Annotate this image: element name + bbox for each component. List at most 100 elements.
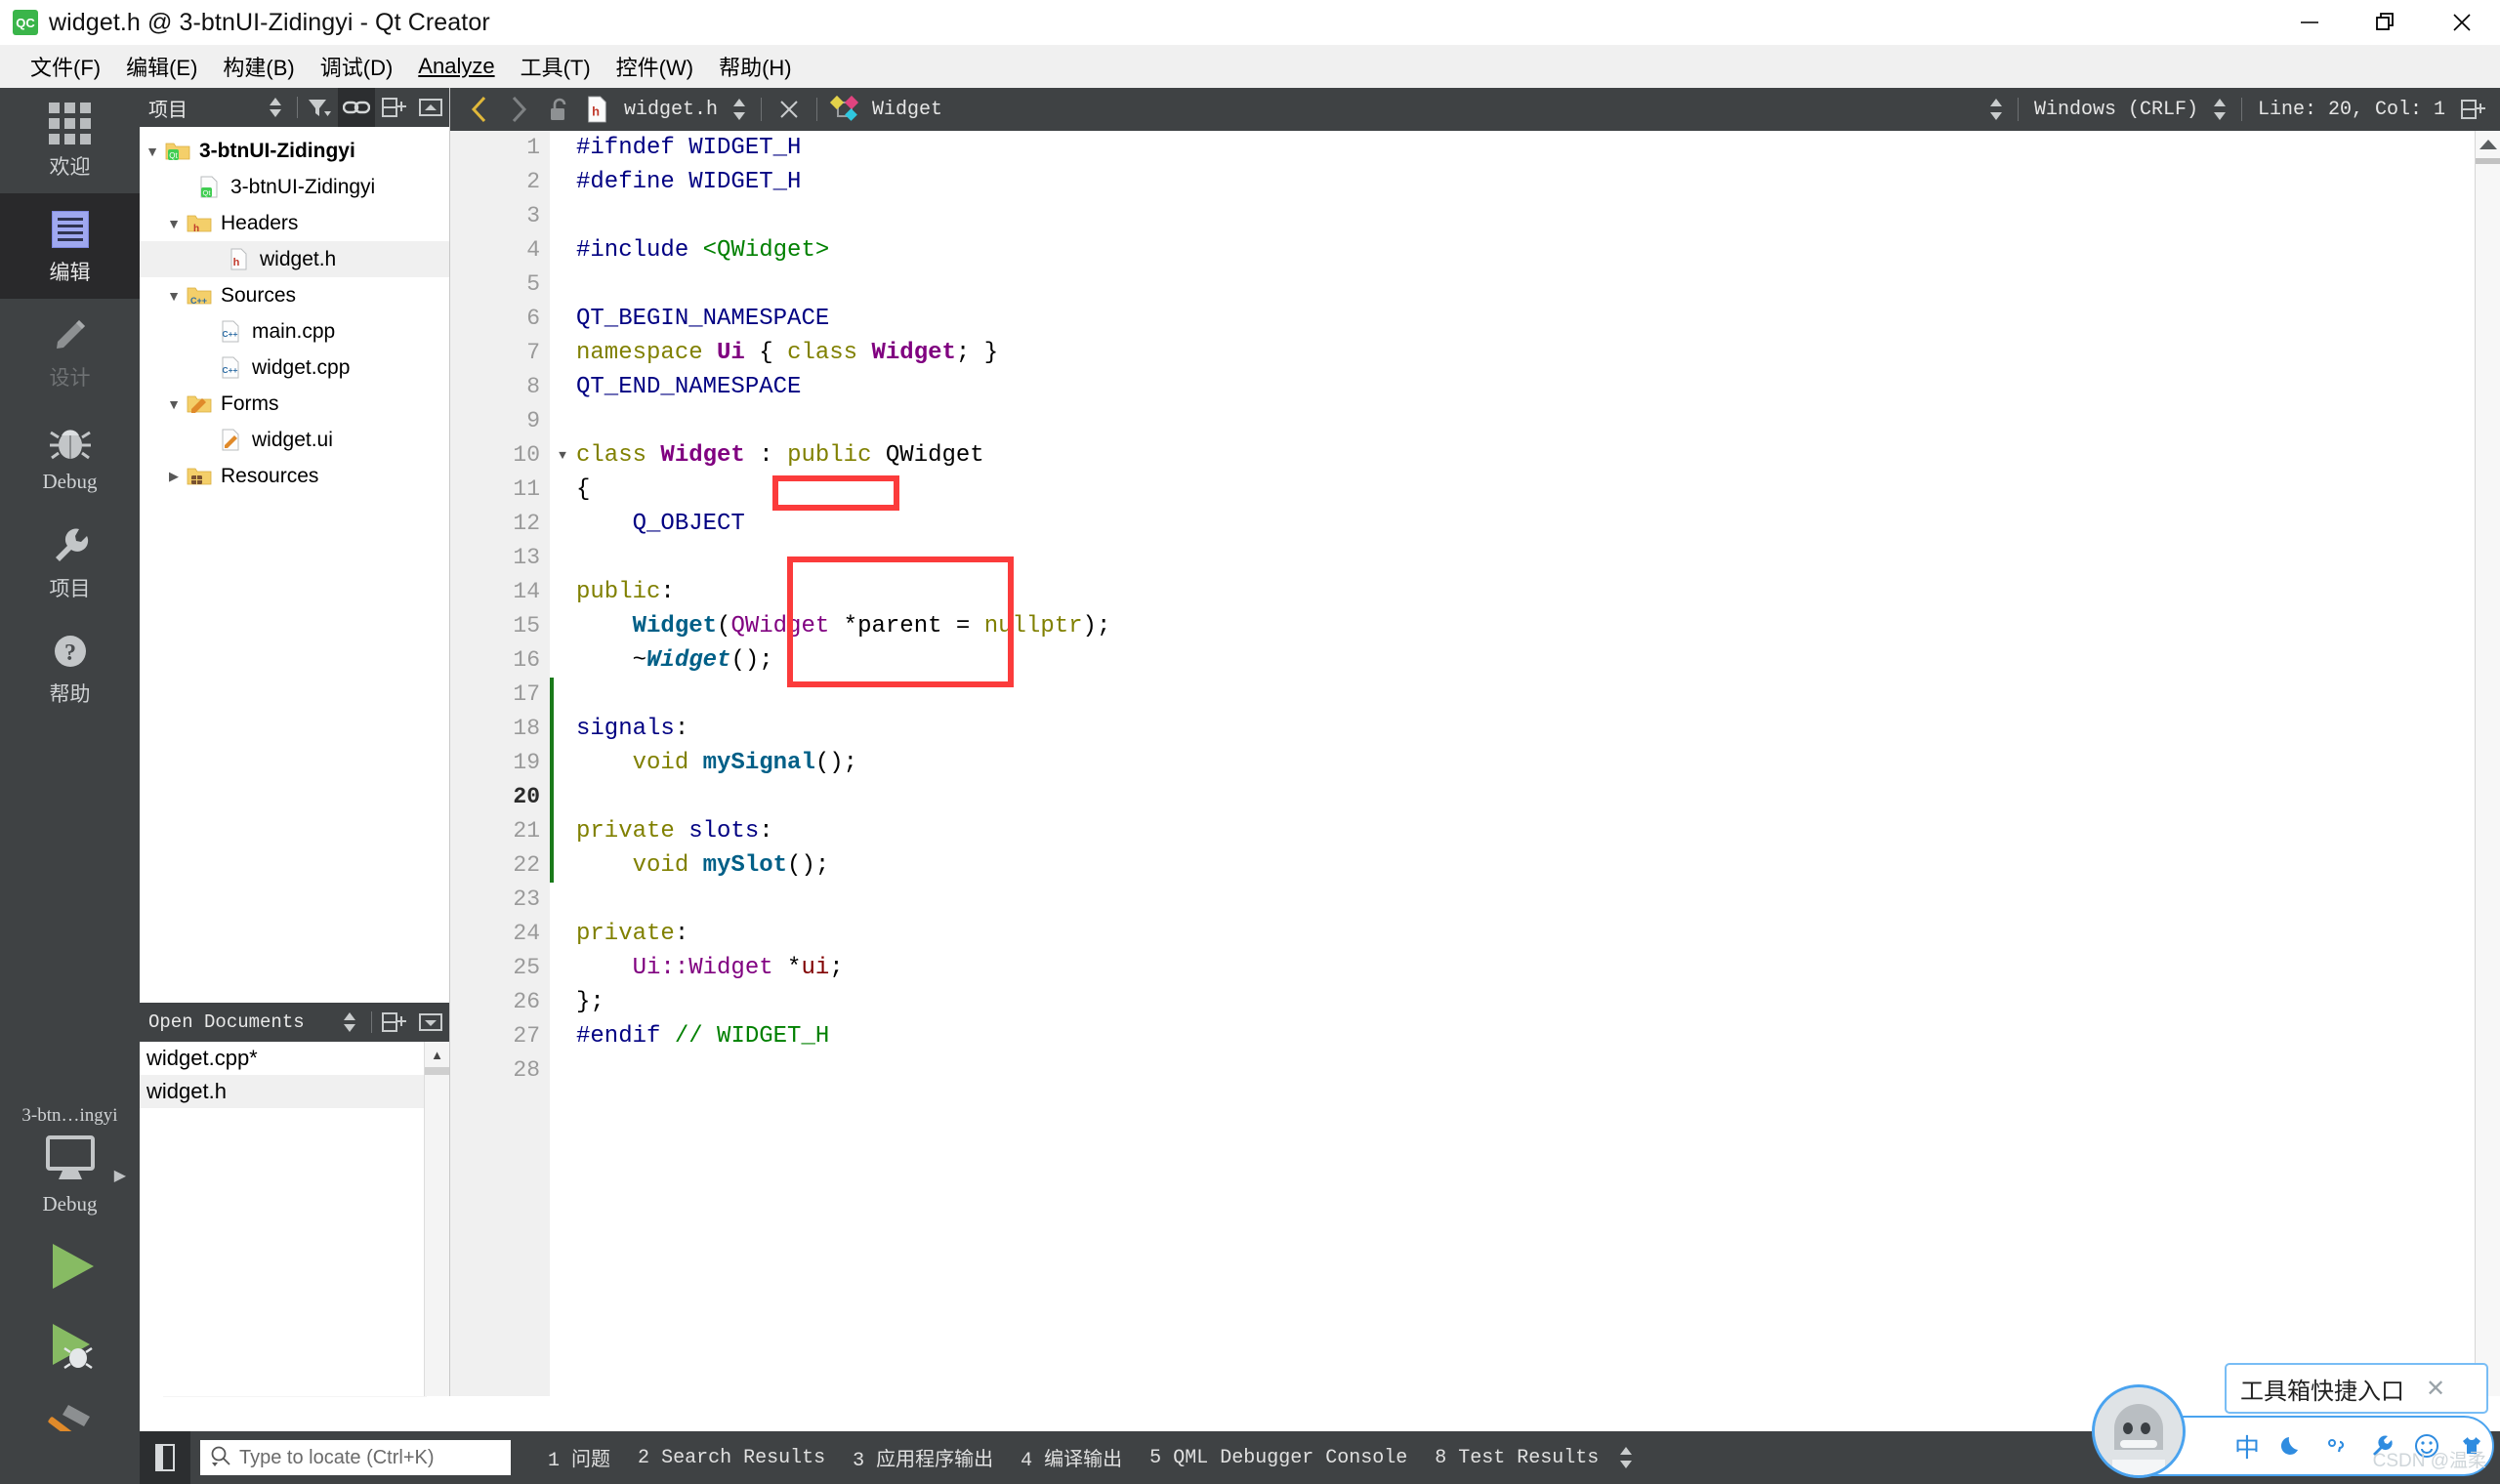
menu-debug[interactable]: 调试(D) (308, 47, 406, 86)
menu-file[interactable]: 文件(F) (18, 47, 113, 86)
tree-item-headers[interactable]: ▼ h Headers (140, 205, 449, 241)
code-line[interactable]: 28 (513, 1053, 2500, 1088)
moon-icon[interactable] (2279, 1433, 2305, 1459)
open-document-widget-h[interactable]: widget.h (140, 1075, 449, 1108)
open-documents-list[interactable]: widget.cpp* widget.h (140, 1042, 449, 1108)
code-line[interactable]: 22 void mySlot(); (513, 848, 2500, 883)
open-documents-vscrollbar[interactable]: ▲ (424, 1042, 449, 1396)
code-line[interactable]: 3 (526, 199, 2500, 233)
menu-analyze[interactable]: Analyze (405, 50, 507, 83)
filter-icon[interactable] (301, 88, 338, 127)
code-line[interactable]: 1 #ifndef WIDGET_H (526, 131, 2500, 165)
editor-symbol-name[interactable]: Widget (864, 99, 950, 121)
menu-widgets[interactable]: 控件(W) (604, 47, 706, 86)
kit-target-selector[interactable]: ▶ Debug (0, 1131, 140, 1226)
tree-item-resources[interactable]: ▶ Resources (140, 458, 449, 494)
code-line[interactable]: 8 QT_END_NAMESPACE (526, 370, 2500, 404)
menu-edit[interactable]: 编辑(E) (113, 47, 210, 86)
code-line[interactable]: 7 namespace Ui { class Widget; } (526, 336, 2500, 370)
code-line[interactable]: 15 Widget(QWidget *parent = nullptr); (513, 609, 2500, 643)
close-icon[interactable]: ✕ (2426, 1375, 2445, 1403)
twisty-open-icon[interactable]: ▼ (161, 216, 187, 231)
output-tab-issues[interactable]: 1 问题 (534, 1443, 624, 1472)
line-ending-selector-icon[interactable] (1982, 97, 2010, 122)
code-line[interactable]: 17 (513, 678, 2500, 712)
punctuation-icon[interactable] (2324, 1433, 2350, 1459)
close-icon[interactable] (2424, 0, 2500, 45)
tree-item-pro-file[interactable]: Qt 3-btnUI-Zidingyi (140, 169, 449, 205)
tree-item-project[interactable]: ▼ Qt 3-btnUI-Zidingyi (140, 133, 449, 169)
code-line[interactable]: 19 void mySignal(); (513, 746, 2500, 780)
start-debugging-button[interactable] (0, 1306, 140, 1386)
code-line[interactable]: 16 ~Widget(); (513, 643, 2500, 678)
output-tab-test-results[interactable]: 8 Test Results (1421, 1447, 1612, 1469)
menu-help[interactable]: 帮助(H) (706, 47, 805, 86)
split-add-icon[interactable] (375, 88, 412, 127)
code-line[interactable]: 27 #endif // WIDGET_H (513, 1019, 2500, 1053)
project-tree[interactable]: ▼ Qt 3-btnUI-Zidingyi Qt 3-btnUI-Zidingy… (140, 127, 449, 494)
output-tab-search-results[interactable]: 2 Search Results (624, 1447, 839, 1469)
activity-welcome[interactable]: 欢迎 (0, 88, 140, 193)
editor-vscrollbar[interactable] (2475, 131, 2500, 1396)
tree-item-main-cpp[interactable]: C++ main.cpp (140, 313, 449, 350)
go-forward-icon[interactable] (499, 88, 538, 131)
up-down-arrows-icon[interactable] (257, 88, 294, 127)
up-down-arrows-icon[interactable] (331, 1003, 368, 1042)
toggle-sidebar-icon[interactable] (140, 1431, 190, 1484)
activity-edit[interactable]: 编辑 (0, 193, 140, 299)
ime-avatar[interactable] (2092, 1384, 2186, 1478)
code-line[interactable]: 5 (526, 268, 2500, 302)
code-line[interactable]: 20 (513, 780, 2500, 814)
chinese-mode-icon[interactable]: 中 (2234, 1428, 2260, 1464)
activity-projects[interactable]: 项目 (0, 510, 140, 615)
code-line[interactable]: 13 (513, 541, 2500, 575)
code-line[interactable]: 25 Ui::Widget *ui; (513, 951, 2500, 985)
line-ending-label[interactable]: Windows (CRLF) (2026, 99, 2206, 121)
split-add-icon[interactable] (375, 1003, 412, 1042)
document-selector-icon[interactable] (726, 97, 753, 122)
fold-column[interactable] (550, 131, 576, 1396)
code-line[interactable]: 10 ▼ class Widget : public QWidget (513, 438, 2500, 473)
code-line[interactable]: 4 #include <QWidget> (526, 233, 2500, 268)
code-line[interactable]: 11 { (513, 473, 2500, 507)
vscroll-thumb[interactable] (425, 1067, 449, 1075)
lock-open-icon[interactable] (538, 88, 577, 131)
output-pane-selector-icon[interactable] (1612, 1445, 1640, 1470)
scroll-up-icon[interactable] (2476, 131, 2500, 158)
code-line[interactable]: 18 signals: (513, 712, 2500, 746)
editor-file-name[interactable]: widget.h (616, 99, 726, 121)
activity-debug[interactable]: Debug (0, 404, 140, 510)
activity-help[interactable]: ? 帮助 (0, 615, 140, 721)
code-line[interactable]: 12 Q_OBJECT (513, 507, 2500, 541)
tree-item-widget-ui[interactable]: widget.ui (140, 422, 449, 458)
minimize-icon[interactable] (2271, 0, 2348, 45)
twisty-open-icon[interactable]: ▼ (140, 144, 165, 159)
menu-tools[interactable]: 工具(T) (508, 47, 604, 86)
twisty-open-icon[interactable]: ▼ (161, 396, 187, 412)
code-editor[interactable]: 1 #ifndef WIDGET_H 2 #define WIDGET_H 3 4 #inc… (450, 131, 2500, 1396)
code-line[interactable]: 2 #define WIDGET_H (526, 165, 2500, 199)
tree-item-widget-cpp[interactable]: C++ widget.cpp (140, 350, 449, 386)
twisty-open-icon[interactable]: ▼ (161, 288, 187, 304)
code-line[interactable]: 21 private slots: (513, 814, 2500, 848)
code-line[interactable]: 23 (513, 883, 2500, 917)
restore-icon[interactable] (2348, 0, 2424, 45)
close-document-icon[interactable] (770, 88, 809, 131)
tree-item-widget-h[interactable]: h widget.h (140, 241, 449, 277)
encoding-selector-icon[interactable] (2206, 97, 2233, 122)
tree-item-forms[interactable]: ▼ Forms (140, 386, 449, 422)
split-editor-icon[interactable] (2453, 88, 2492, 131)
code-line[interactable]: 6 QT_BEGIN_NAMESPACE (526, 302, 2500, 336)
tree-item-sources[interactable]: ▼ C++ Sources (140, 277, 449, 313)
vscroll-thumb[interactable] (2476, 158, 2500, 164)
code-line[interactable]: 14 public: (513, 575, 2500, 609)
fold-toggle-icon[interactable]: ▼ (554, 438, 571, 473)
twisty-closed-icon[interactable]: ▶ (161, 469, 187, 484)
output-tab-qml-debugger-console[interactable]: 5 QML Debugger Console (1136, 1447, 1421, 1469)
locator-input[interactable]: Type to locate (Ctrl+K) (200, 1440, 511, 1475)
code-line[interactable]: 26}; (513, 985, 2500, 1019)
go-back-icon[interactable] (460, 88, 499, 131)
output-tab-application-output[interactable]: 3 应用程序输出 (839, 1443, 1007, 1472)
collapse-down-icon[interactable] (412, 1003, 449, 1042)
code-line[interactable]: 24 private: (513, 917, 2500, 951)
